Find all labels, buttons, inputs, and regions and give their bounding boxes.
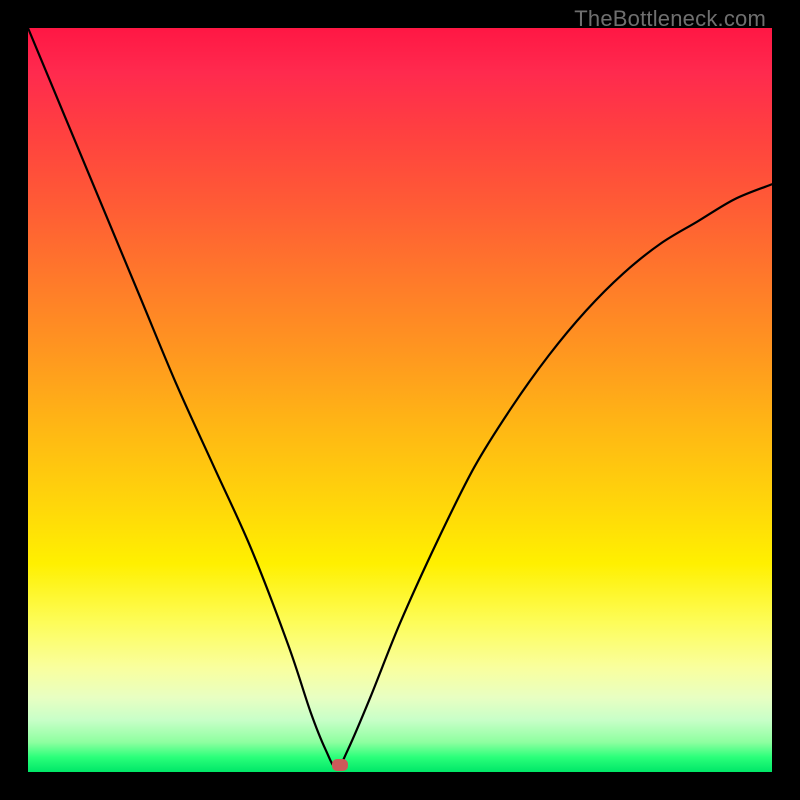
curve-path: [28, 28, 772, 768]
chart-frame: [28, 28, 772, 772]
optimum-marker: [332, 759, 348, 771]
bottleneck-curve: [28, 28, 772, 772]
